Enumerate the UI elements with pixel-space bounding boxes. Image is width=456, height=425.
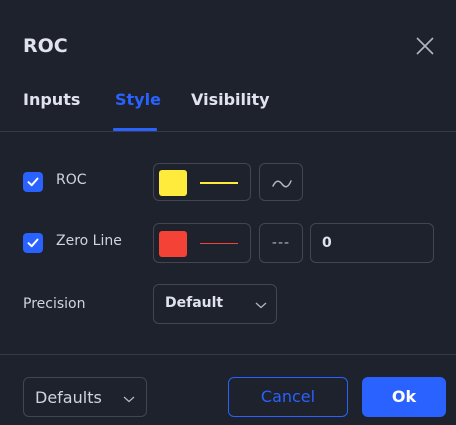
indicator-settings-dialog: ROC Inputs Style Visibility ROC Zero Lin… [0, 0, 456, 425]
roc-plot-type-button[interactable] [259, 163, 303, 201]
precision-label: Precision [23, 296, 86, 312]
zero-line-style-button[interactable]: --- [259, 223, 303, 263]
ok-button[interactable]: Ok [362, 377, 446, 417]
checkmark-icon [27, 177, 39, 187]
tab-inputs[interactable]: Inputs [23, 90, 80, 109]
zero-line-line-preview [200, 243, 238, 244]
footer-divider [0, 354, 456, 355]
precision-value: Default [165, 295, 224, 311]
roc-color-swatch [159, 170, 187, 196]
cancel-button[interactable]: Cancel [228, 377, 348, 417]
zero-line-color-button[interactable] [153, 223, 251, 263]
dialog-title: ROC [23, 35, 68, 57]
zero-line-label: Zero Line [56, 233, 122, 249]
zero-line-checkbox[interactable] [23, 233, 43, 253]
tab-style[interactable]: Style [115, 90, 161, 109]
header-divider [0, 131, 456, 132]
roc-checkbox[interactable] [23, 172, 43, 192]
zero-line-color-swatch [159, 231, 187, 257]
chevron-down-icon [255, 302, 267, 309]
dashed-line-icon: --- [271, 235, 291, 251]
chevron-down-icon [123, 396, 135, 403]
roc-color-button[interactable] [153, 163, 251, 201]
checkmark-icon [27, 238, 39, 248]
zero-line-value-input[interactable]: 0 [310, 223, 434, 263]
line-plot-icon [272, 180, 292, 188]
roc-line-preview [200, 182, 238, 184]
precision-select[interactable]: Default [153, 284, 277, 324]
close-icon[interactable] [414, 35, 436, 57]
defaults-label: Defaults [35, 388, 102, 407]
defaults-dropdown[interactable]: Defaults [23, 377, 147, 417]
tab-visibility[interactable]: Visibility [191, 90, 270, 109]
roc-label: ROC [56, 172, 87, 188]
